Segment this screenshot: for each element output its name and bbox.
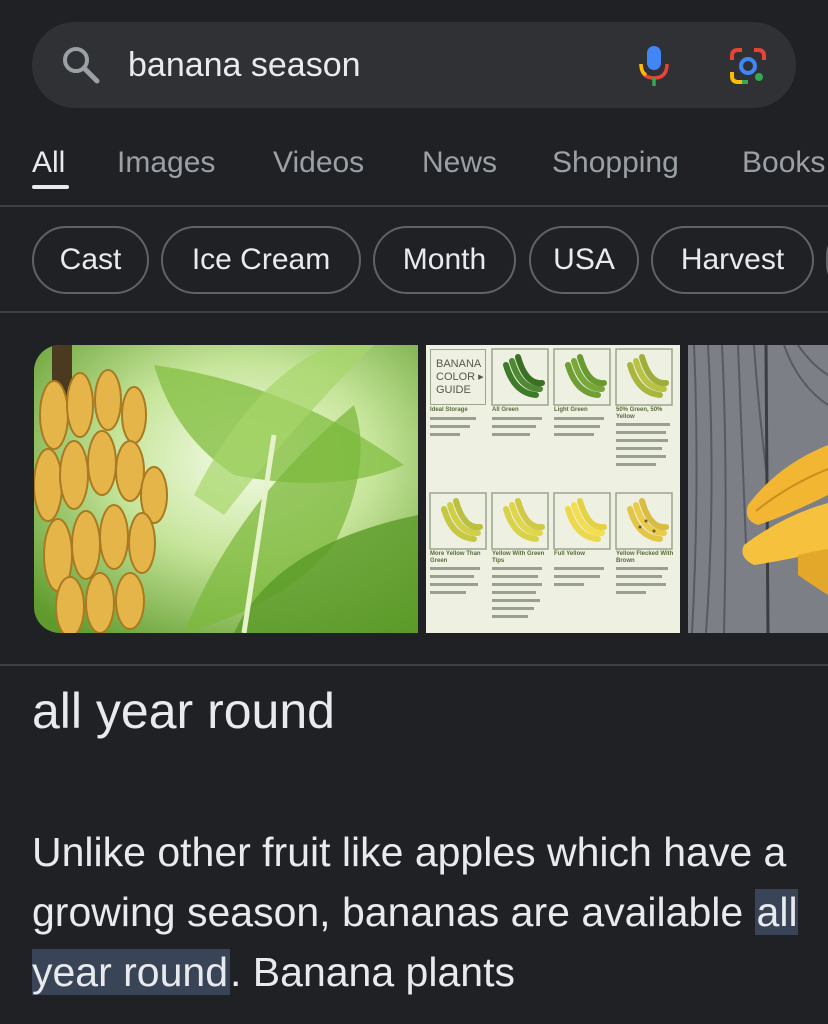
guide-label: Light Green: [554, 407, 588, 413]
chip-ice-cream[interactable]: Ice Cream: [161, 226, 361, 294]
search-tabs: All Images Videos News Shopping Books: [0, 132, 828, 206]
snippet-text: . Banana plants: [230, 949, 515, 995]
featured-answer: all year round: [32, 683, 335, 739]
refinement-chips: Cast Ice Cream Month USA Harvest: [0, 226, 828, 298]
guide-label: Ideal Storage: [430, 407, 468, 413]
bananas-on-wood-image[interactable]: [688, 345, 828, 633]
active-tab-indicator: [32, 185, 69, 189]
guide-label: 50% Green, 50% Yellow: [616, 407, 663, 420]
guide-title-line: COLOR ▸: [436, 371, 484, 383]
chips-divider: [0, 311, 828, 313]
guide-label: More Yellow Than Green: [430, 551, 481, 564]
tab-images[interactable]: Images: [117, 146, 215, 180]
guide-label: Full Yellow: [554, 551, 585, 557]
tab-videos[interactable]: Videos: [273, 146, 364, 180]
guide-title-line: GUIDE: [436, 384, 471, 396]
tab-shopping[interactable]: Shopping: [552, 146, 679, 180]
image-results: BANANA COLOR ▸ GUIDE Ideal Storage All G…: [0, 345, 828, 633]
tab-books[interactable]: Books: [742, 146, 825, 180]
search-input[interactable]: banana season: [128, 22, 361, 108]
search-icon[interactable]: [60, 44, 102, 86]
guide-label: Yellow Flecked With Brown: [616, 551, 674, 564]
guide-label: All Green: [492, 407, 519, 413]
chip-cast[interactable]: Cast: [32, 226, 149, 294]
tab-news[interactable]: News: [422, 146, 497, 180]
guide-title-line: BANANA: [436, 358, 482, 370]
banana-color-guide-image[interactable]: BANANA COLOR ▸ GUIDE Ideal Storage All G…: [426, 345, 680, 633]
tab-all[interactable]: All: [32, 146, 65, 180]
images-divider: [0, 664, 828, 666]
mic-icon[interactable]: [636, 44, 672, 88]
chip-usa[interactable]: USA: [529, 226, 639, 294]
google-lens-icon[interactable]: [728, 46, 768, 86]
tabs-divider: [0, 205, 828, 207]
featured-snippet: Unlike other fruit like apples which hav…: [32, 822, 812, 1002]
snippet-text: Unlike other fruit like apples which hav…: [32, 829, 787, 935]
search-bar[interactable]: banana season: [32, 22, 796, 108]
guide-label: Yellow With Green Tips: [492, 551, 545, 564]
chip-harvest[interactable]: Harvest: [651, 226, 814, 294]
chip-month[interactable]: Month: [373, 226, 516, 294]
banana-plant-image[interactable]: [34, 345, 418, 633]
guide-title: BANANA COLOR ▸ GUIDE: [430, 349, 486, 405]
